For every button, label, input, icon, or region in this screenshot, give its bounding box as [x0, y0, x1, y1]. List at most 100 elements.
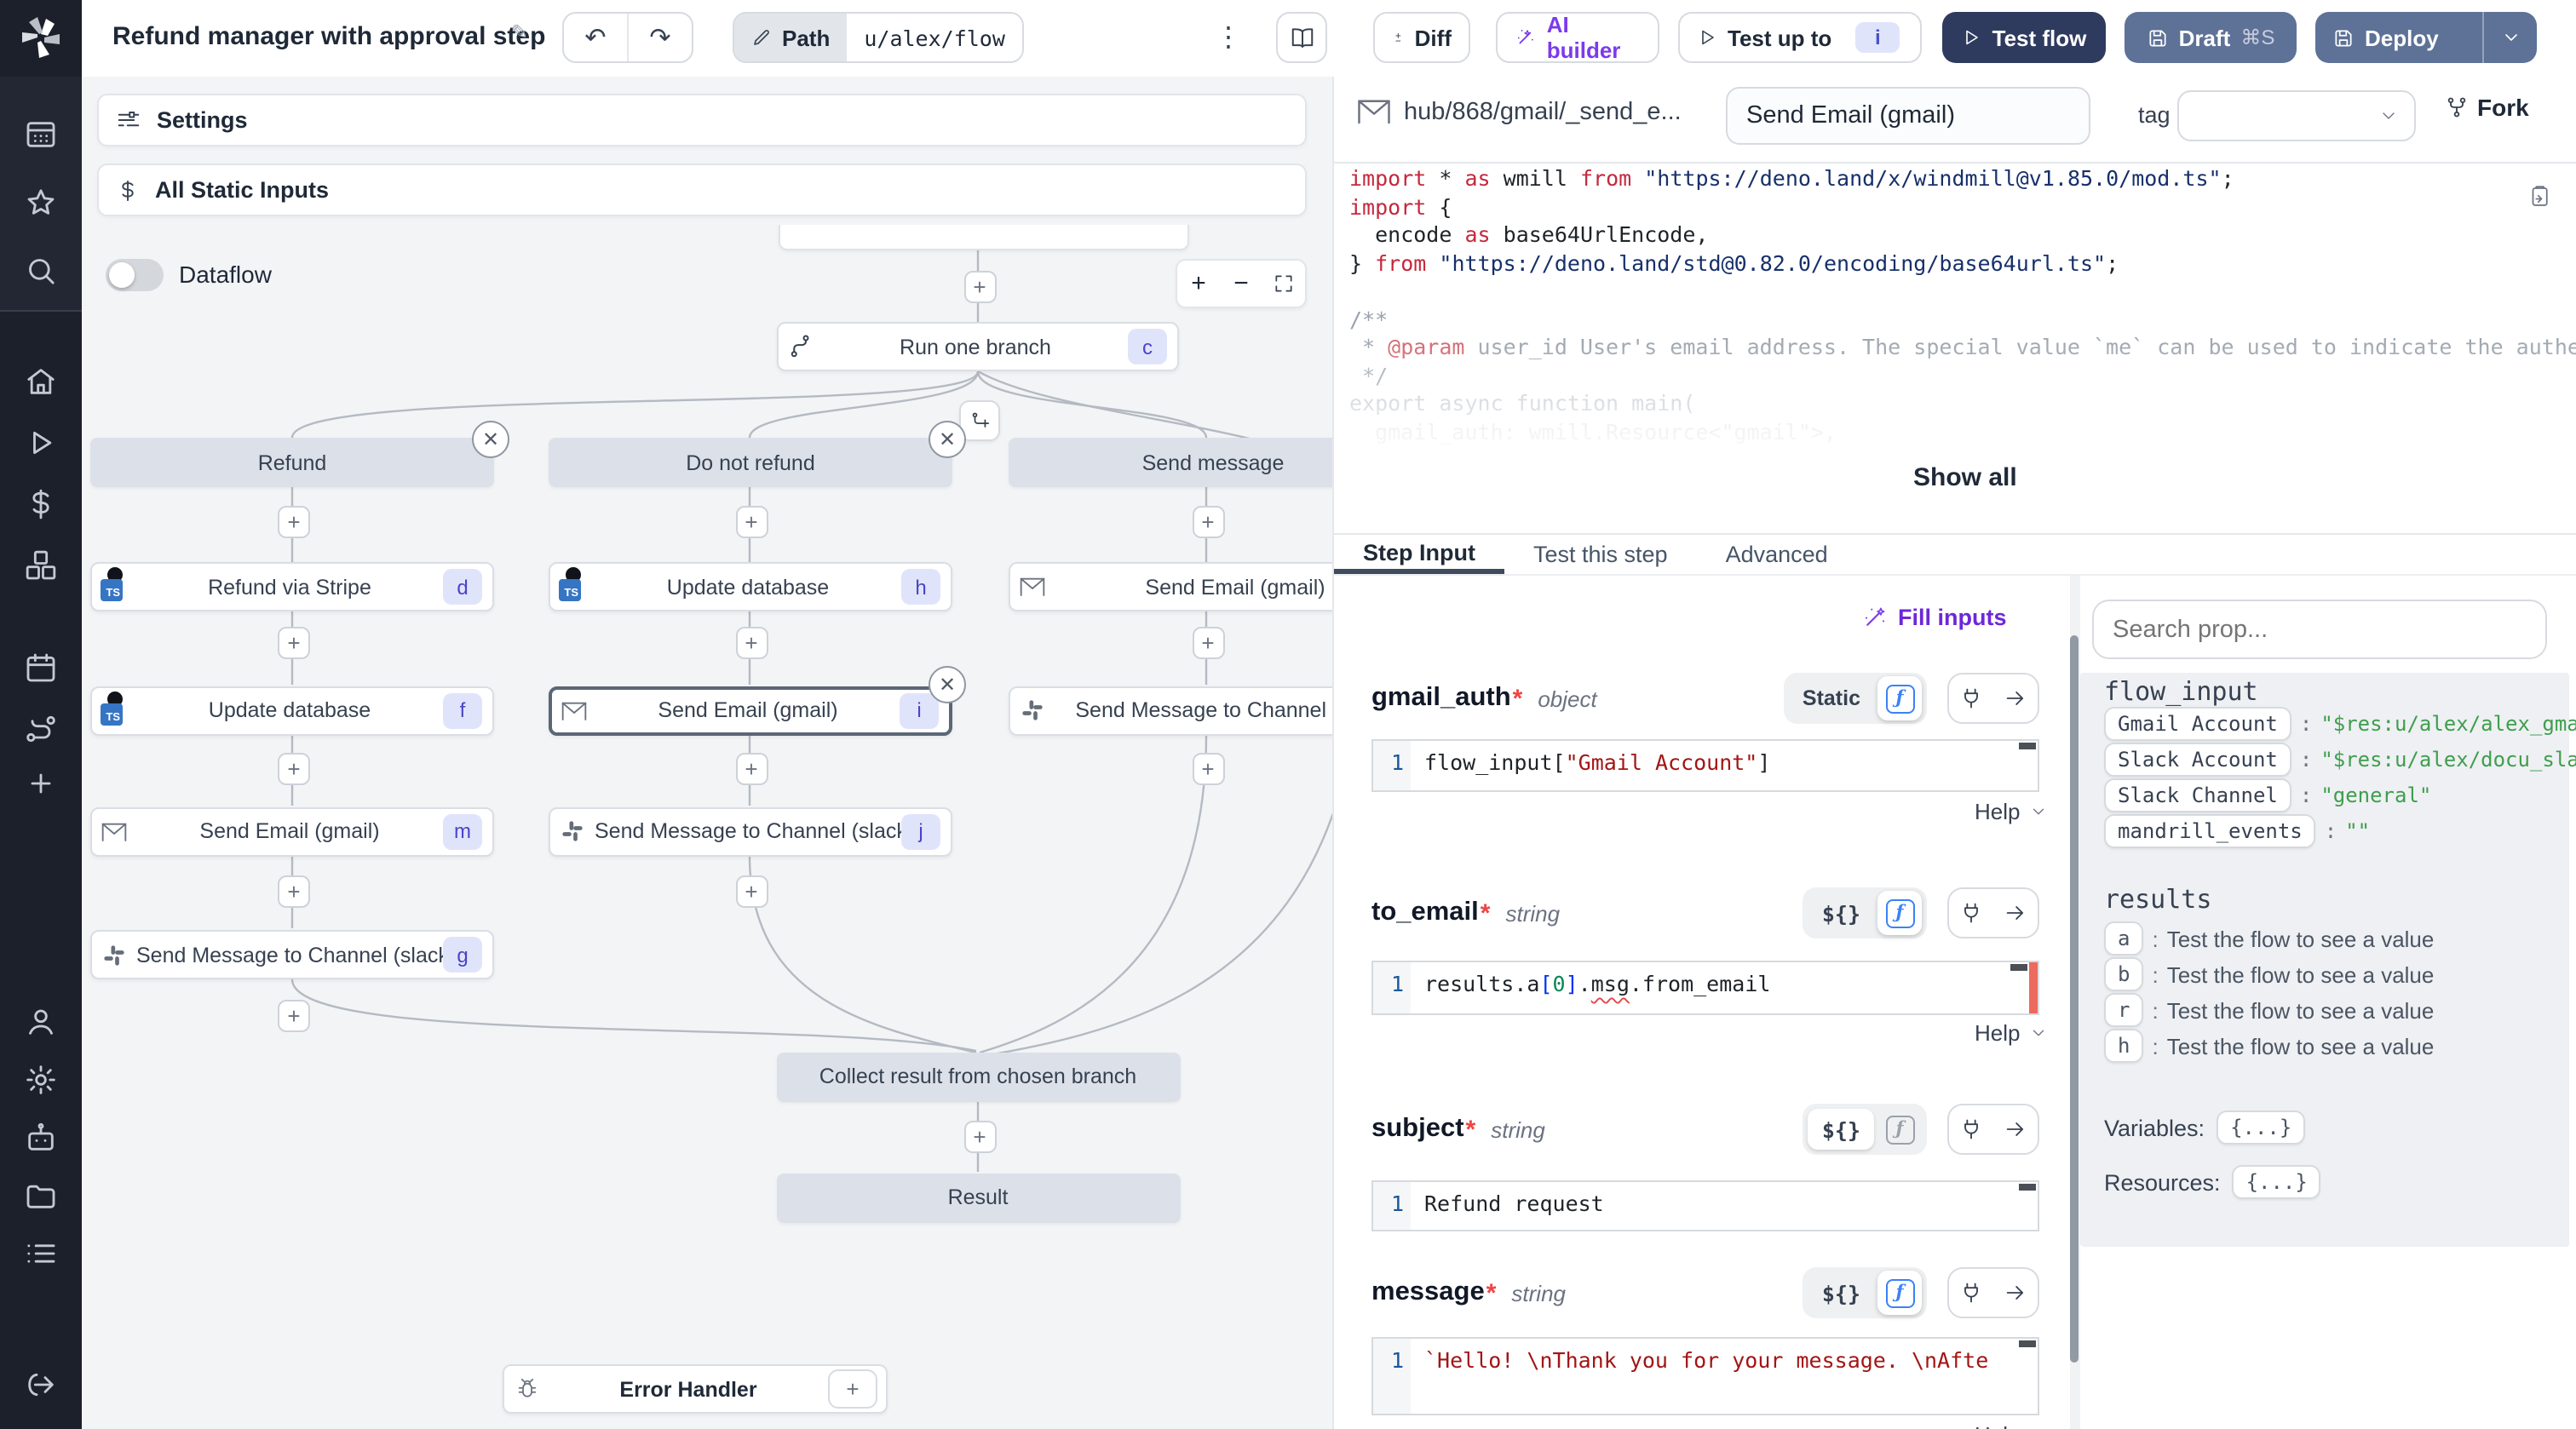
flow-node-send-email-top[interactable]: Send Email (gmail) [1009, 562, 1332, 611]
flow-node-update-database-h[interactable]: TS Update database h [549, 562, 952, 611]
template-mode-option[interactable]: ${} [1808, 900, 1874, 926]
plug-icon[interactable] [1949, 889, 1993, 937]
add-step-button[interactable]: + [735, 875, 768, 908]
add-step-button[interactable]: + [278, 626, 310, 658]
add-step-button[interactable]: + [1192, 753, 1224, 785]
add-step-button[interactable]: + [963, 271, 996, 303]
prop-key[interactable]: Gmail Account [2104, 707, 2291, 741]
add-step-button[interactable]: + [963, 1121, 996, 1153]
tab-step-input[interactable]: Step Input [1334, 535, 1504, 574]
scrollbar-thumb[interactable] [2070, 635, 2079, 1363]
add-step-button[interactable]: + [1192, 506, 1224, 538]
add-step-button[interactable]: + [278, 875, 310, 908]
add-step-button[interactable]: + [735, 626, 768, 658]
tab-advanced[interactable]: Advanced [1697, 535, 1857, 574]
scrollbar-track[interactable] [2069, 576, 2079, 1429]
search-prop-input[interactable] [2092, 600, 2547, 659]
deploy-dropdown-button[interactable] [2482, 12, 2537, 63]
docs-button[interactable] [1276, 12, 1327, 63]
plug-icon[interactable] [1949, 674, 1993, 722]
add-step-button[interactable]: + [735, 753, 768, 785]
undo-button[interactable]: ↶ [564, 14, 627, 61]
show-all-button[interactable]: Show all [1913, 463, 2017, 492]
error-handler-node[interactable]: Error Handler + [503, 1364, 888, 1414]
sidebar-item-search[interactable] [24, 254, 58, 288]
test-flow-button[interactable]: Test flow [1942, 12, 2106, 63]
help-toggle[interactable]: Help [1975, 1020, 2048, 1046]
add-step-button[interactable]: + [278, 753, 310, 785]
to-email-editor[interactable]: 1 results.a[0].msg.from_email [1371, 961, 2039, 1015]
resources-pill[interactable]: {...} [2232, 1165, 2321, 1199]
arrow-right-icon[interactable] [1993, 674, 2038, 722]
remove-branch-do-not-refund-button[interactable]: ✕ [929, 421, 966, 458]
flow-node-collect-result[interactable]: Collect result from chosen branch [776, 1052, 1180, 1101]
remove-branch-refund-button[interactable]: ✕ [472, 421, 509, 458]
plug-icon[interactable] [1949, 1105, 1993, 1153]
javascript-mode-option[interactable]: ƒ [1877, 1107, 1922, 1151]
flow-settings-card[interactable]: Settings [97, 94, 1307, 146]
redo-button[interactable]: ↷ [627, 14, 692, 61]
more-menu-button[interactable]: ⋮ [1203, 12, 1254, 63]
result-key[interactable]: h [2104, 1029, 2144, 1063]
diff-button[interactable]: Diff [1373, 12, 1470, 63]
flow-node-send-email-selected[interactable]: Send Email (gmail) i [549, 686, 952, 735]
step-name-input[interactable] [1726, 87, 2090, 145]
flow-node-refund-via-stripe[interactable]: TS Refund via Stripe d [90, 562, 494, 611]
sidebar-item-variables[interactable] [24, 487, 58, 521]
sidebar-item-workers[interactable] [24, 1121, 58, 1155]
all-static-inputs-card[interactable]: All Static Inputs [97, 164, 1307, 216]
test-up-to-button[interactable]: Test up to i [1678, 12, 1922, 63]
fullscreen-button[interactable] [1262, 261, 1305, 307]
result-key[interactable]: r [2104, 993, 2144, 1027]
branch-header-refund[interactable]: Refund [90, 438, 494, 487]
hub-script-path[interactable]: hub/868/gmail/_send_e... [1404, 99, 1682, 126]
flow-node-run-one-branch[interactable]: Run one branch c [777, 322, 1179, 371]
deploy-button[interactable]: Deploy [2315, 12, 2537, 63]
prop-key[interactable]: Slack Account [2104, 743, 2291, 777]
result-key[interactable]: a [2104, 921, 2144, 956]
add-step-button[interactable]: + [735, 506, 768, 538]
flow-node-result[interactable]: Result [776, 1173, 1180, 1222]
fill-inputs-button[interactable]: Fill inputs [1862, 605, 2007, 630]
flow-node-send-message-j[interactable]: Send Message to Channel (slack) j [549, 806, 952, 856]
add-error-handler-button[interactable]: + [828, 1369, 877, 1409]
add-step-button[interactable]: + [278, 506, 310, 538]
copy-code-button[interactable] [2527, 184, 2552, 209]
flow-node-clipped-top[interactable] [779, 225, 1189, 250]
subject-editor[interactable]: 1 Refund request [1371, 1180, 2039, 1231]
prop-key[interactable]: Slack Channel [2104, 778, 2291, 812]
zoom-out-button[interactable]: − [1220, 261, 1262, 307]
add-step-button[interactable]: + [1192, 626, 1224, 658]
flow-node-update-database-f[interactable]: TS Update database f [90, 686, 494, 735]
fork-button[interactable]: Fork [2445, 94, 2529, 121]
template-mode-option[interactable]: ${} [1808, 1109, 1874, 1150]
zoom-in-button[interactable]: + [1177, 261, 1220, 307]
static-mode-option[interactable]: Static [1789, 686, 1874, 710]
help-toggle[interactable]: Help [1975, 799, 2048, 824]
sidebar-item-favorites[interactable] [24, 186, 58, 220]
flow-canvas[interactable]: Settings All Static Inputs Dataflow + − … [82, 77, 1332, 1429]
branch-header-send-message[interactable]: Send message [1009, 438, 1332, 487]
sidebar-item-add[interactable] [24, 766, 58, 801]
plug-icon[interactable] [1949, 1269, 1993, 1317]
ai-builder-button[interactable]: AI builder [1496, 12, 1659, 63]
path-value[interactable]: u/alex/flow [847, 14, 1022, 61]
sidebar-item-account[interactable] [24, 1005, 58, 1039]
arrow-right-icon[interactable] [1993, 1105, 2038, 1153]
draft-button[interactable]: Draft ⌘S [2125, 12, 2297, 63]
flow-node-send-message-g[interactable]: Send Message to Channel (slack) g [90, 930, 494, 979]
dataflow-toggle[interactable] [106, 259, 164, 291]
javascript-mode-option[interactable]: ƒ [1877, 1271, 1922, 1315]
sidebar-item-runs[interactable] [24, 426, 58, 460]
sidebar-item-apps[interactable] [24, 118, 58, 152]
flow-node-send-email-m[interactable]: Send Email (gmail) m [90, 806, 494, 856]
tag-select[interactable] [2177, 90, 2416, 141]
delete-step-button[interactable]: ✕ [929, 666, 966, 703]
javascript-mode-option[interactable]: ƒ [1877, 676, 1922, 720]
sidebar-item-resources[interactable] [24, 548, 58, 583]
message-editor[interactable]: 1 `Hello! \nThank you for your message. … [1371, 1337, 2039, 1415]
sidebar-item-schedules[interactable] [24, 651, 58, 685]
arrow-right-icon[interactable] [1993, 889, 2038, 937]
variables-pill[interactable]: {...} [2217, 1110, 2306, 1145]
result-key[interactable]: b [2104, 957, 2144, 991]
